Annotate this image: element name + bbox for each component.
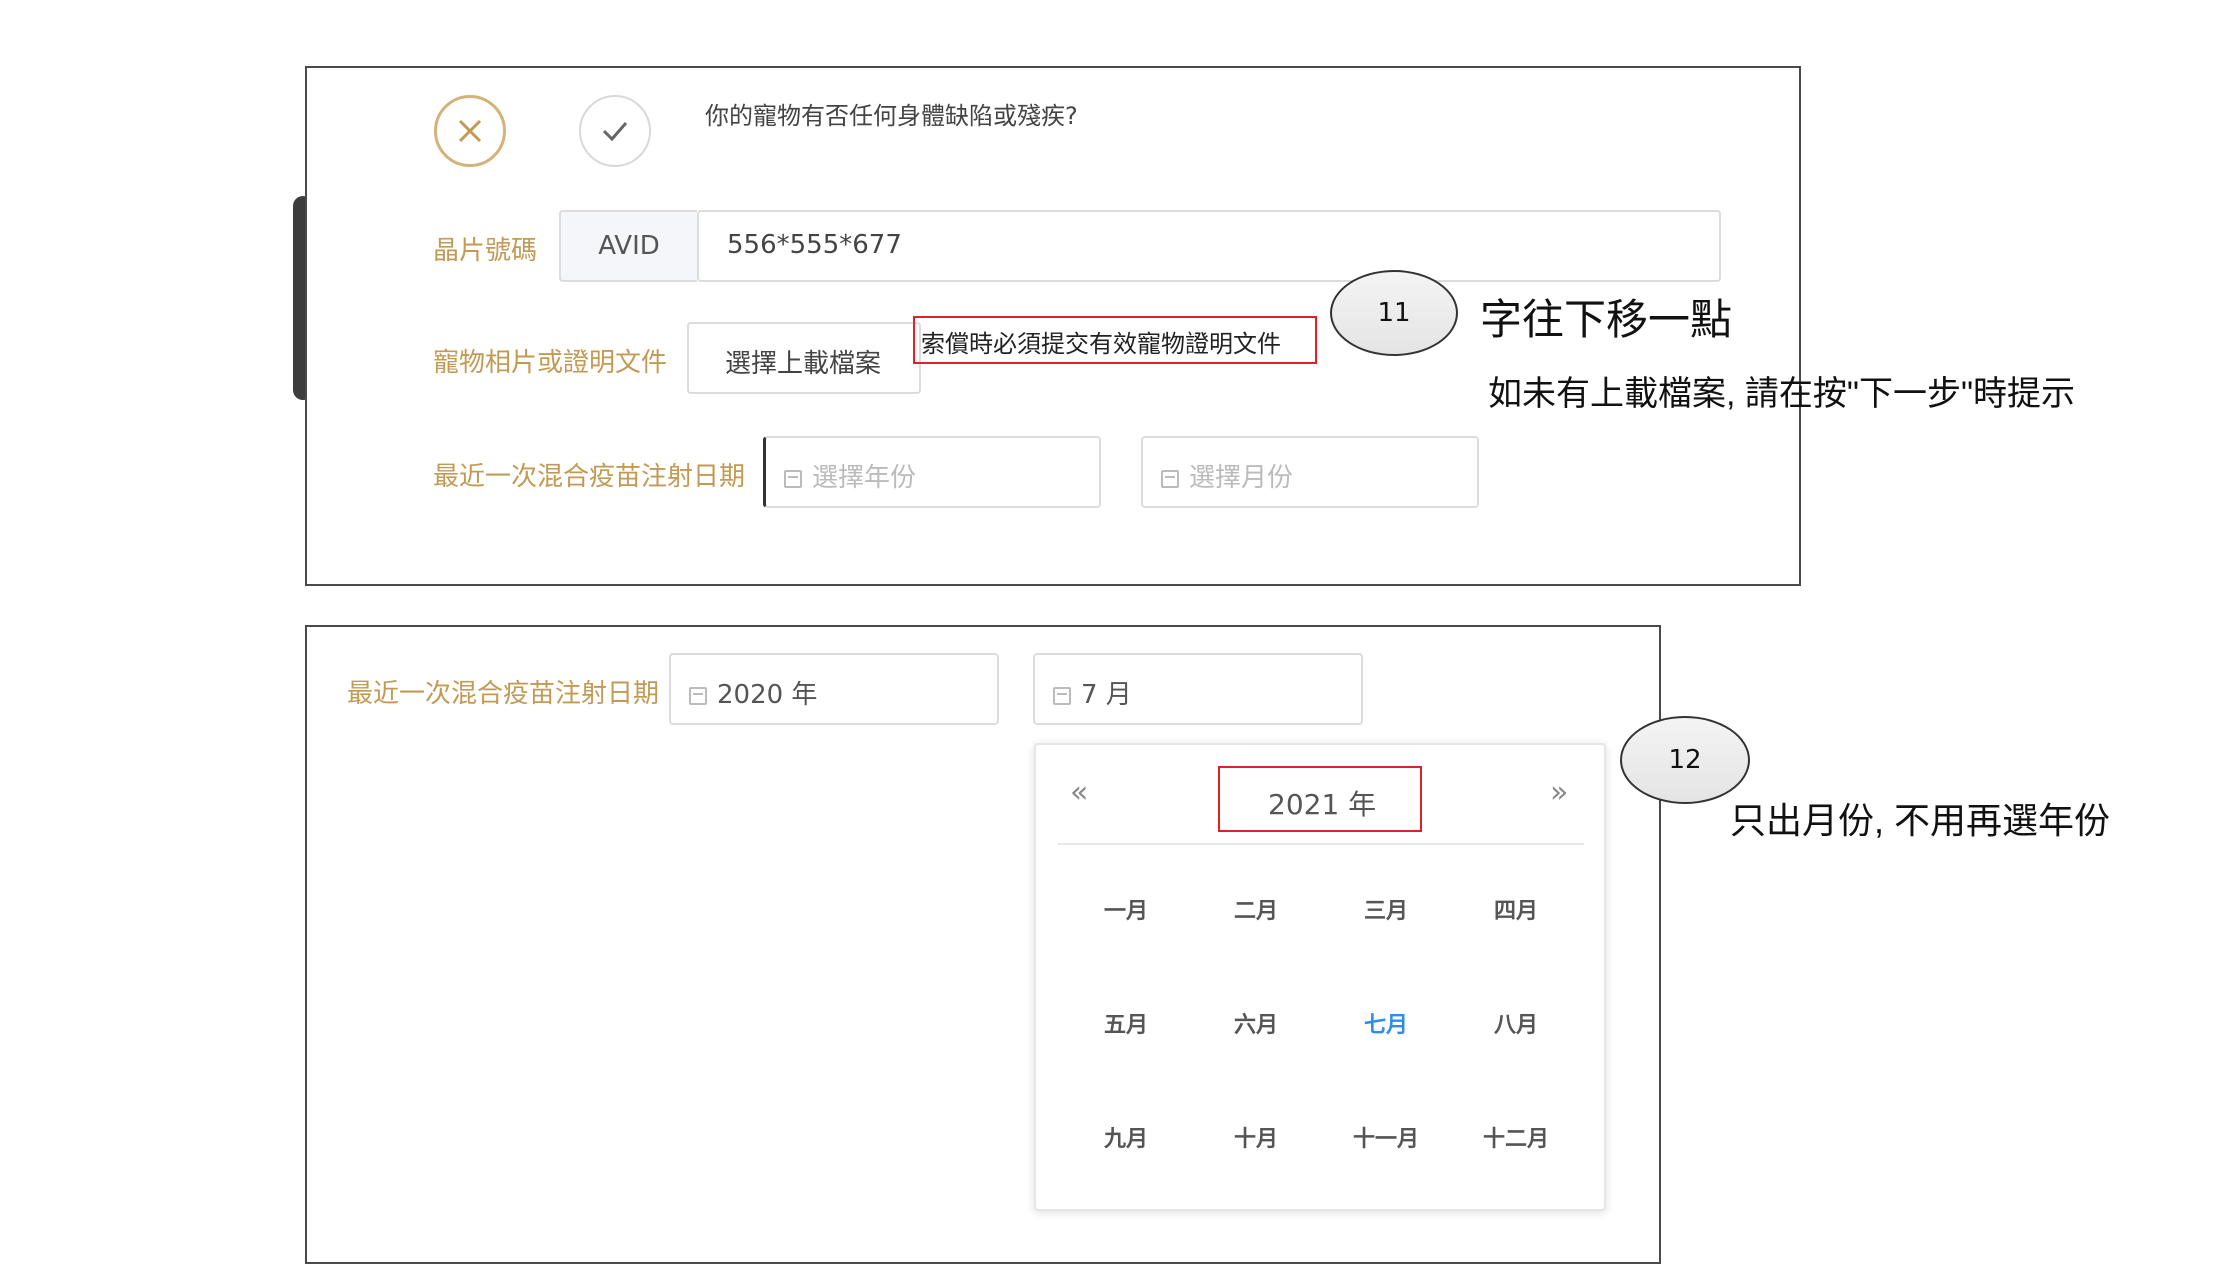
calendar-icon: [1053, 686, 1071, 705]
month-select[interactable]: 7 月: [1033, 653, 1363, 725]
vaccine-label: 最近一次混合疫苗注射日期: [347, 679, 660, 709]
month-value: 7 月: [1081, 680, 1132, 710]
chip-input-value: 556*555*677: [727, 230, 902, 260]
month-cell[interactable]: 五月: [1066, 1007, 1186, 1039]
chip-prefix-addon: AVID: [559, 210, 697, 282]
month-cell[interactable]: 三月: [1326, 893, 1446, 925]
next-year-button[interactable]: »: [1550, 775, 1568, 810]
form-panel-bottom: 最近一次混合疫苗注射日期 2020 年 7 月 « » 2021 年 一月 二月三…: [305, 625, 1661, 1264]
month-cell[interactable]: 十一月: [1326, 1121, 1446, 1153]
month-cell[interactable]: 二月: [1196, 893, 1316, 925]
annotation-bubble-11: 11: [1330, 270, 1458, 356]
question-text: 你的寵物有否任何身體缺陷或殘疾?: [705, 102, 1078, 130]
year-placeholder: 選擇年份: [812, 463, 917, 493]
photo-label: 寵物相片或證明文件: [433, 348, 668, 378]
month-select[interactable]: 選擇月份: [1141, 436, 1479, 508]
upload-file-label: 選擇上載檔案: [725, 349, 882, 379]
annotation-note-11: 如未有上載檔案, 請在按"下一步"時提示: [1488, 375, 2076, 413]
month-cell[interactable]: 九月: [1066, 1121, 1186, 1153]
vaccine-label: 最近一次混合疫苗注射日期: [433, 462, 746, 492]
month-cell[interactable]: 七月: [1326, 1007, 1446, 1039]
month-cell[interactable]: 一月: [1066, 893, 1186, 925]
annotation-note-12: 只出月份, 不用再選年份: [1730, 800, 2111, 841]
upload-hint-text: 索償時必須提交有效寵物證明文件: [921, 330, 1281, 358]
calendar-icon: [1161, 469, 1179, 488]
picker-divider: [1058, 843, 1584, 845]
month-cell[interactable]: 八月: [1456, 1007, 1576, 1039]
month-cell[interactable]: 六月: [1196, 1007, 1316, 1039]
chip-label: 晶片號碼: [433, 236, 538, 266]
calendar-icon: [784, 469, 802, 488]
annotation-title-11: 字往下移一點: [1480, 296, 1733, 343]
accept-button[interactable]: [579, 95, 651, 167]
month-cell[interactable]: 四月: [1456, 893, 1576, 925]
year-value: 2020 年: [717, 680, 818, 710]
annotation-highlight-11: 索償時必須提交有效寵物證明文件: [913, 316, 1317, 364]
calendar-icon: [689, 686, 707, 705]
upload-file-button[interactable]: 選擇上載檔案: [687, 322, 921, 394]
month-cell[interactable]: 十二月: [1456, 1121, 1576, 1153]
month-cell[interactable]: 十月: [1196, 1121, 1316, 1153]
prev-year-button[interactable]: «: [1070, 775, 1088, 810]
check-icon: [602, 122, 628, 142]
chip-input[interactable]: 556*555*677: [697, 210, 1721, 282]
annotation-highlight-12: [1218, 766, 1422, 832]
annotation-bubble-12: 12: [1620, 716, 1750, 804]
reject-button[interactable]: [434, 95, 506, 167]
year-select[interactable]: 選擇年份: [763, 436, 1101, 508]
year-select[interactable]: 2020 年: [669, 653, 999, 725]
close-icon: [458, 119, 482, 143]
month-placeholder: 選擇月份: [1189, 463, 1294, 493]
